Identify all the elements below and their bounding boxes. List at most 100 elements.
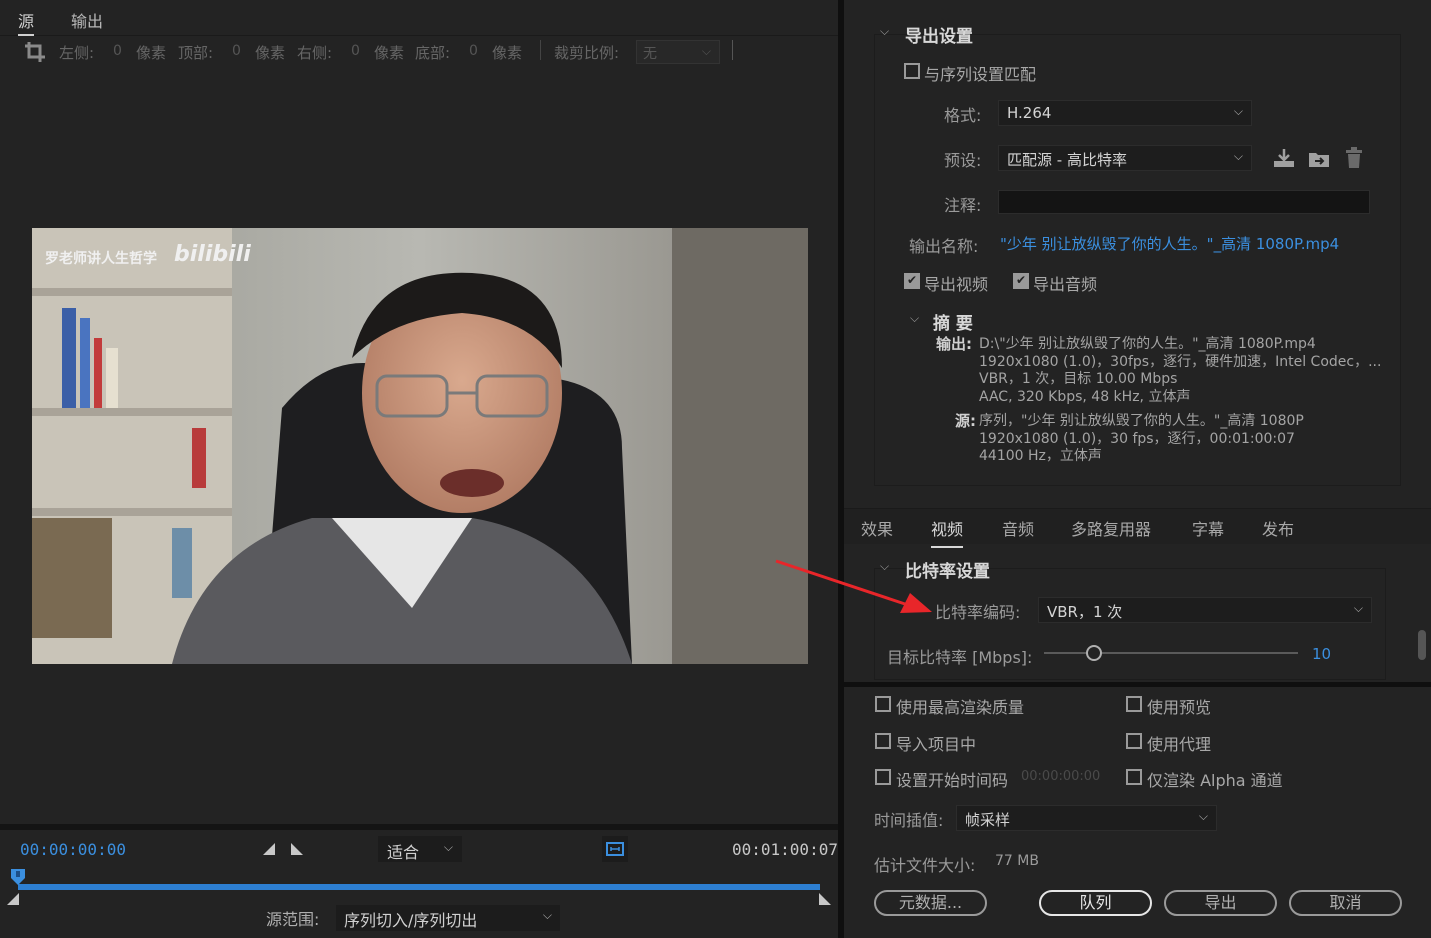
chevron-down-icon: ⌵ [701,44,711,58]
preset-label: 预设: [944,151,982,170]
crop-right-value[interactable]: 0 [351,43,360,59]
bitrate-encoding-label: 比特率编码: [935,603,1021,622]
crop-right-unit: 像素 [374,44,405,62]
watermark-text: 罗老师讲人生哲学 [45,251,157,267]
checkbox-box[interactable] [1126,769,1142,785]
time-interp-label: 时间插值: [874,811,944,830]
time-interp-value: 帧采样 [965,811,1011,829]
crop-aspect-select[interactable]: 无 ⌵ [636,40,720,64]
crop-top-unit: 像素 [255,44,286,62]
mark-out-icon[interactable] [290,842,304,860]
export-settings-panel: ⌵ 导出设置 与序列设置匹配 格式: H.264 ⌵ 预设: 匹配源 - 高比特… [844,0,1431,938]
import-preset-icon[interactable] [1307,147,1331,173]
summary-source-line: 1920x1080 (1.0)，30 fps，逐行，00:01:00:07 [979,430,1295,447]
crop-aspect-label: 裁剪比例: [554,44,620,62]
crop-bottom-value[interactable]: 0 [469,43,478,59]
bitrate-encoding-value: VBR，1 次 [1047,603,1123,621]
tab-output[interactable]: 输出 [71,8,103,32]
playhead-icon[interactable] [10,868,26,892]
source-tabs-bar [0,0,840,36]
crop-icon[interactable] [24,41,46,67]
bitrate-encoding-select[interactable]: VBR，1 次 ⌵ [1038,597,1372,623]
tab-effects[interactable]: 效果 [861,516,893,540]
checkbox-box[interactable] [1013,273,1029,289]
max-quality-label: 使用最高渲染质量 [896,698,1025,717]
import-project-label: 导入项目中 [896,735,977,754]
format-label: 格式: [944,106,982,125]
crop-left-label: 左侧: [59,44,95,62]
summary-header: 摘 要 [933,314,973,334]
use-preview-label: 使用预览 [1147,698,1212,717]
tab-multiplexer[interactable]: 多路复用器 [1071,516,1151,540]
cancel-button[interactable]: 取消 [1289,890,1402,916]
summary-output-label: 输出: [936,335,972,353]
out-point-marker[interactable] [818,892,832,910]
delete-preset-icon[interactable] [1344,146,1364,174]
output-name-link[interactable]: "少年 别让放纵毁了你的人生。"_高清 1080P.mp4 [1000,233,1339,254]
crop-left-value[interactable]: 0 [113,43,122,59]
timeline-range-bar[interactable] [18,884,820,890]
aspect-toggle-icon[interactable] [602,836,628,862]
tab-captions[interactable]: 字幕 [1192,516,1224,540]
chevron-down-icon: ⌵ [542,908,552,922]
tab-audio[interactable]: 音频 [1002,516,1034,540]
filesize-label: 估计文件大小: [874,856,976,875]
checkbox-box[interactable] [875,769,891,785]
zoom-fit-select[interactable]: 适合 ⌵ [378,836,462,862]
crop-divider [540,40,541,60]
source-range-value: 序列切入/序列切出 [344,911,478,930]
checkbox-box[interactable] [875,696,891,712]
preset-select[interactable]: 匹配源 - 高比特率 ⌵ [998,145,1252,171]
collapse-chevron-icon[interactable]: ⌵ [880,24,889,39]
timecode-start[interactable]: 00:00:00:00 [20,840,126,859]
zoom-fit-value: 适合 [387,843,420,862]
target-bitrate-slider[interactable] [1044,652,1298,654]
output-name-label: 输出名称: [909,237,979,256]
filesize-value: 77 MB [995,853,1039,869]
checkbox-box[interactable] [1126,696,1142,712]
time-interp-select[interactable]: 帧采样 ⌵ [956,805,1217,831]
tab-source[interactable]: 源 [18,8,35,36]
timeline-divider [0,824,840,830]
checkbox-box[interactable] [1126,733,1142,749]
checkbox-box[interactable] [904,63,920,79]
use-proxy-label: 使用代理 [1147,735,1212,754]
checkbox-box[interactable] [875,733,891,749]
queue-button[interactable]: 队列 [1039,890,1152,916]
format-value: H.264 [1007,104,1052,122]
summary-output-line: AAC, 320 Kbps, 48 kHz, 立体声 [979,388,1191,405]
export-audio-label: 导出音频 [1033,275,1098,294]
crop-top-value[interactable]: 0 [232,43,241,59]
comment-label: 注释: [944,196,982,215]
bilibili-logo: bilibili [174,242,251,267]
video-frame [32,228,808,664]
crop-divider-end [732,40,733,60]
collapse-chevron-icon[interactable]: ⌵ [910,311,919,326]
save-preset-icon[interactable] [1272,147,1296,173]
comment-input[interactable] [998,190,1370,214]
checkbox-box[interactable] [904,273,920,289]
summary-output-lines: D:\"少年 别让放纵毁了你的人生。"_高清 1080P.mp4 1920x10… [979,336,1381,406]
tab-video[interactable]: 视频 [931,516,964,548]
source-range-select[interactable]: 序列切入/序列切出 ⌵ [336,905,560,931]
summary-source-lines: 序列，"少年 别让放纵毁了你的人生。"_高清 1080P 1920x1080 (… [979,413,1304,466]
start-timecode-value[interactable]: 00:00:00:00 [1021,769,1100,784]
tab-publish[interactable]: 发布 [1262,516,1294,540]
video-preview: 罗老师讲人生哲学 bilibili [32,228,808,664]
summary-output-line: VBR，1 次，目标 10.00 Mbps [979,371,1178,387]
metadata-button[interactable]: 元数据... [874,890,987,916]
source-panel: 源 输出 左侧: 0 像素 顶部: 0 像素 右侧: 0 像素 底部: 0 像素… [0,0,840,938]
in-point-marker[interactable] [6,892,20,910]
export-button[interactable]: 导出 [1164,890,1277,916]
crop-bottom-unit: 像素 [492,44,523,62]
scrollbar-thumb[interactable] [1418,630,1426,660]
summary-source-line: 44100 Hz，立体声 [979,448,1102,464]
target-bitrate-value[interactable]: 10 [1312,645,1331,663]
crop-bottom-label: 底部: [415,44,451,62]
slider-handle[interactable] [1085,645,1102,661]
chevron-down-icon: ⌵ [443,840,453,854]
crop-top-label: 顶部: [178,44,214,62]
format-select[interactable]: H.264 ⌵ [998,100,1252,126]
mark-in-icon[interactable] [262,842,276,860]
summary-source-line: 序列，"少年 别让放纵毁了你的人生。"_高清 1080P [979,413,1304,429]
